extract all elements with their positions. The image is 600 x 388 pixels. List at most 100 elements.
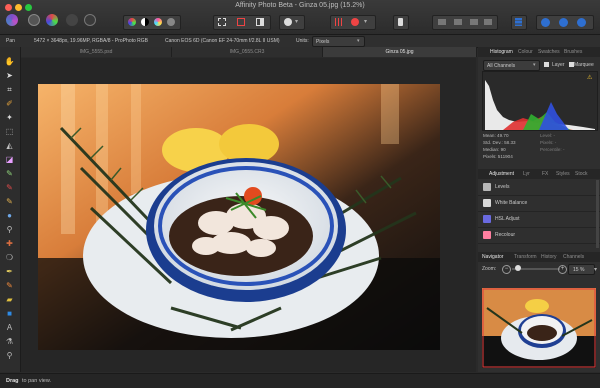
move-icon[interactable]: ➤ bbox=[4, 71, 15, 81]
tab-histogram[interactable]: Histogram bbox=[490, 49, 513, 55]
adjustment-item-levels[interactable]: Levels bbox=[478, 180, 600, 196]
tab-history[interactable]: History bbox=[541, 254, 557, 260]
zoom-icon[interactable]: ⚲ bbox=[4, 351, 15, 361]
assistant-button[interactable] bbox=[393, 15, 409, 30]
tab-adjustment[interactable]: Adjustment bbox=[489, 171, 514, 177]
shape-icon[interactable]: ■ bbox=[4, 309, 15, 319]
zoom-value: 15 % bbox=[573, 267, 585, 273]
current-tool-label: Pan bbox=[6, 38, 15, 44]
tab-stock[interactable]: Stock bbox=[575, 171, 588, 177]
deselect-icon[interactable] bbox=[237, 18, 245, 26]
snapping-icon[interactable] bbox=[351, 18, 359, 26]
export-persona-icon[interactable] bbox=[84, 14, 96, 26]
quick-mask-button[interactable]: ▾ bbox=[279, 15, 305, 30]
zoom-out-button[interactable]: − bbox=[502, 265, 511, 274]
studio-panels: Histogram Colour Swatches Brushes All Ch… bbox=[478, 47, 600, 372]
adjustment-label: Recolour bbox=[495, 232, 516, 238]
photo-image bbox=[38, 84, 440, 350]
photo-persona-icon[interactable] bbox=[6, 14, 18, 26]
recolour-icon bbox=[483, 231, 491, 239]
doc-tab[interactable]: IMG_5555.psd bbox=[21, 47, 172, 57]
flood-fill-icon[interactable]: ◭ bbox=[4, 141, 15, 151]
adjustment-item-recolour[interactable]: Recolour bbox=[478, 228, 600, 244]
subtract-icon[interactable] bbox=[559, 18, 568, 27]
chevron-down-icon: ▾ bbox=[295, 19, 299, 25]
auto-levels-icon[interactable] bbox=[154, 18, 162, 26]
text-icon[interactable]: A bbox=[4, 323, 15, 333]
stat-std-dev: Std. Dev.: 58.33 bbox=[483, 140, 516, 145]
gradient-icon[interactable]: ◪ bbox=[4, 155, 15, 165]
layer-checkbox[interactable] bbox=[544, 62, 549, 67]
zoom-slider-handle[interactable] bbox=[515, 265, 521, 271]
tab-colour[interactable]: Colour bbox=[518, 49, 533, 55]
auto-colour-icon[interactable] bbox=[128, 18, 136, 26]
units-value: Pixels bbox=[316, 39, 330, 45]
chevron-down-icon[interactable]: ▾ bbox=[594, 266, 597, 273]
zoom-in-button[interactable]: + bbox=[558, 265, 567, 274]
chevron-down-icon: ▾ bbox=[533, 62, 536, 68]
freehand-icon[interactable]: ✎ bbox=[4, 281, 15, 291]
tab-brushes[interactable]: Brushes bbox=[564, 49, 582, 55]
tab-fx[interactable]: FX bbox=[542, 171, 548, 177]
arrange-back-icon[interactable] bbox=[438, 19, 446, 25]
colour-replacement-icon[interactable]: ✎ bbox=[4, 183, 15, 193]
select-all-icon[interactable] bbox=[218, 18, 226, 26]
auto-contrast-icon[interactable] bbox=[141, 18, 149, 26]
grid-icon[interactable] bbox=[335, 18, 343, 26]
tab-navigator[interactable]: Navigator bbox=[482, 254, 503, 260]
marquee-icon[interactable]: ⬚ bbox=[4, 127, 15, 137]
navigator-preview[interactable] bbox=[482, 288, 596, 368]
hand-icon[interactable]: ✋ bbox=[4, 57, 15, 67]
paint-brush-icon[interactable]: ✎ bbox=[4, 169, 15, 179]
adjustment-item-white-balance[interactable]: White Balance bbox=[478, 196, 600, 212]
add-icon[interactable] bbox=[541, 18, 550, 27]
studio-button[interactable] bbox=[511, 15, 527, 30]
liquify-persona-icon[interactable] bbox=[28, 14, 40, 26]
auto-white-balance-icon[interactable] bbox=[167, 18, 175, 26]
hsl-icon bbox=[483, 215, 491, 223]
doc-tab[interactable]: IMG_0555.CR3 bbox=[172, 47, 323, 57]
boolean-group bbox=[536, 15, 594, 30]
crop-icon[interactable]: ⌗ bbox=[4, 85, 15, 95]
quick-mask-icon bbox=[284, 18, 292, 26]
align-icon[interactable] bbox=[470, 19, 478, 25]
selection-brush-icon[interactable]: ✐ bbox=[4, 99, 15, 109]
flood-select-icon[interactable]: ✦ bbox=[4, 113, 15, 123]
invert-selection-icon[interactable] bbox=[256, 18, 264, 26]
units-dropdown[interactable]: Pixels ▾ bbox=[312, 36, 365, 47]
layer-label: Layer bbox=[552, 62, 565, 68]
tone-mapping-persona-icon[interactable] bbox=[66, 14, 78, 26]
chevron-down-icon: ▾ bbox=[357, 38, 360, 44]
intersect-icon[interactable] bbox=[577, 18, 586, 27]
adjustment-scrollbar[interactable] bbox=[596, 180, 599, 248]
adjustment-label: White Balance bbox=[495, 200, 528, 206]
doc-tab-active[interactable]: Ginza 05.jpg bbox=[323, 47, 477, 57]
levels-icon bbox=[483, 183, 491, 191]
healing-brush-icon[interactable]: ✚ bbox=[4, 239, 15, 249]
tab-styles[interactable]: Styles bbox=[556, 171, 570, 177]
clone-brush-icon[interactable]: ⚲ bbox=[4, 225, 15, 235]
tab-channels[interactable]: Channels bbox=[563, 254, 584, 260]
navigator-panel-tabs: Navigator Transform History Channels bbox=[478, 252, 600, 262]
develop-persona-icon[interactable] bbox=[46, 14, 58, 26]
document-canvas[interactable] bbox=[21, 58, 476, 372]
histogram-plot bbox=[485, 80, 595, 130]
adjustment-label: Levels bbox=[495, 184, 510, 190]
arrange-forward-icon[interactable] bbox=[454, 19, 462, 25]
status-hint: to pan view. bbox=[22, 378, 52, 384]
dodge-brush-icon[interactable]: ● bbox=[4, 211, 15, 221]
tab-layers[interactable]: Lyr bbox=[523, 171, 530, 177]
tab-transform[interactable]: Transform bbox=[514, 254, 537, 260]
arrange-group bbox=[432, 15, 498, 30]
flip-icon[interactable] bbox=[484, 19, 492, 25]
zoom-value-field[interactable]: 15 % bbox=[568, 264, 595, 275]
pen-icon[interactable]: ✒ bbox=[4, 267, 15, 277]
tab-swatches[interactable]: Swatches bbox=[538, 49, 560, 55]
adjustment-item-hsl[interactable]: HSL Adjust bbox=[478, 212, 600, 228]
erase-brush-icon[interactable]: ✎ bbox=[4, 197, 15, 207]
rectangle-icon[interactable]: ▰ bbox=[4, 295, 15, 305]
blur-brush-icon[interactable]: ❍ bbox=[4, 253, 15, 263]
title-toolbar: Affinity Photo Beta - Ginza 05.jpg (15.2… bbox=[0, 0, 600, 35]
colour-picker-icon[interactable]: ⚗ bbox=[4, 337, 15, 347]
channel-dropdown[interactable]: All Channels ▾ bbox=[483, 60, 540, 71]
